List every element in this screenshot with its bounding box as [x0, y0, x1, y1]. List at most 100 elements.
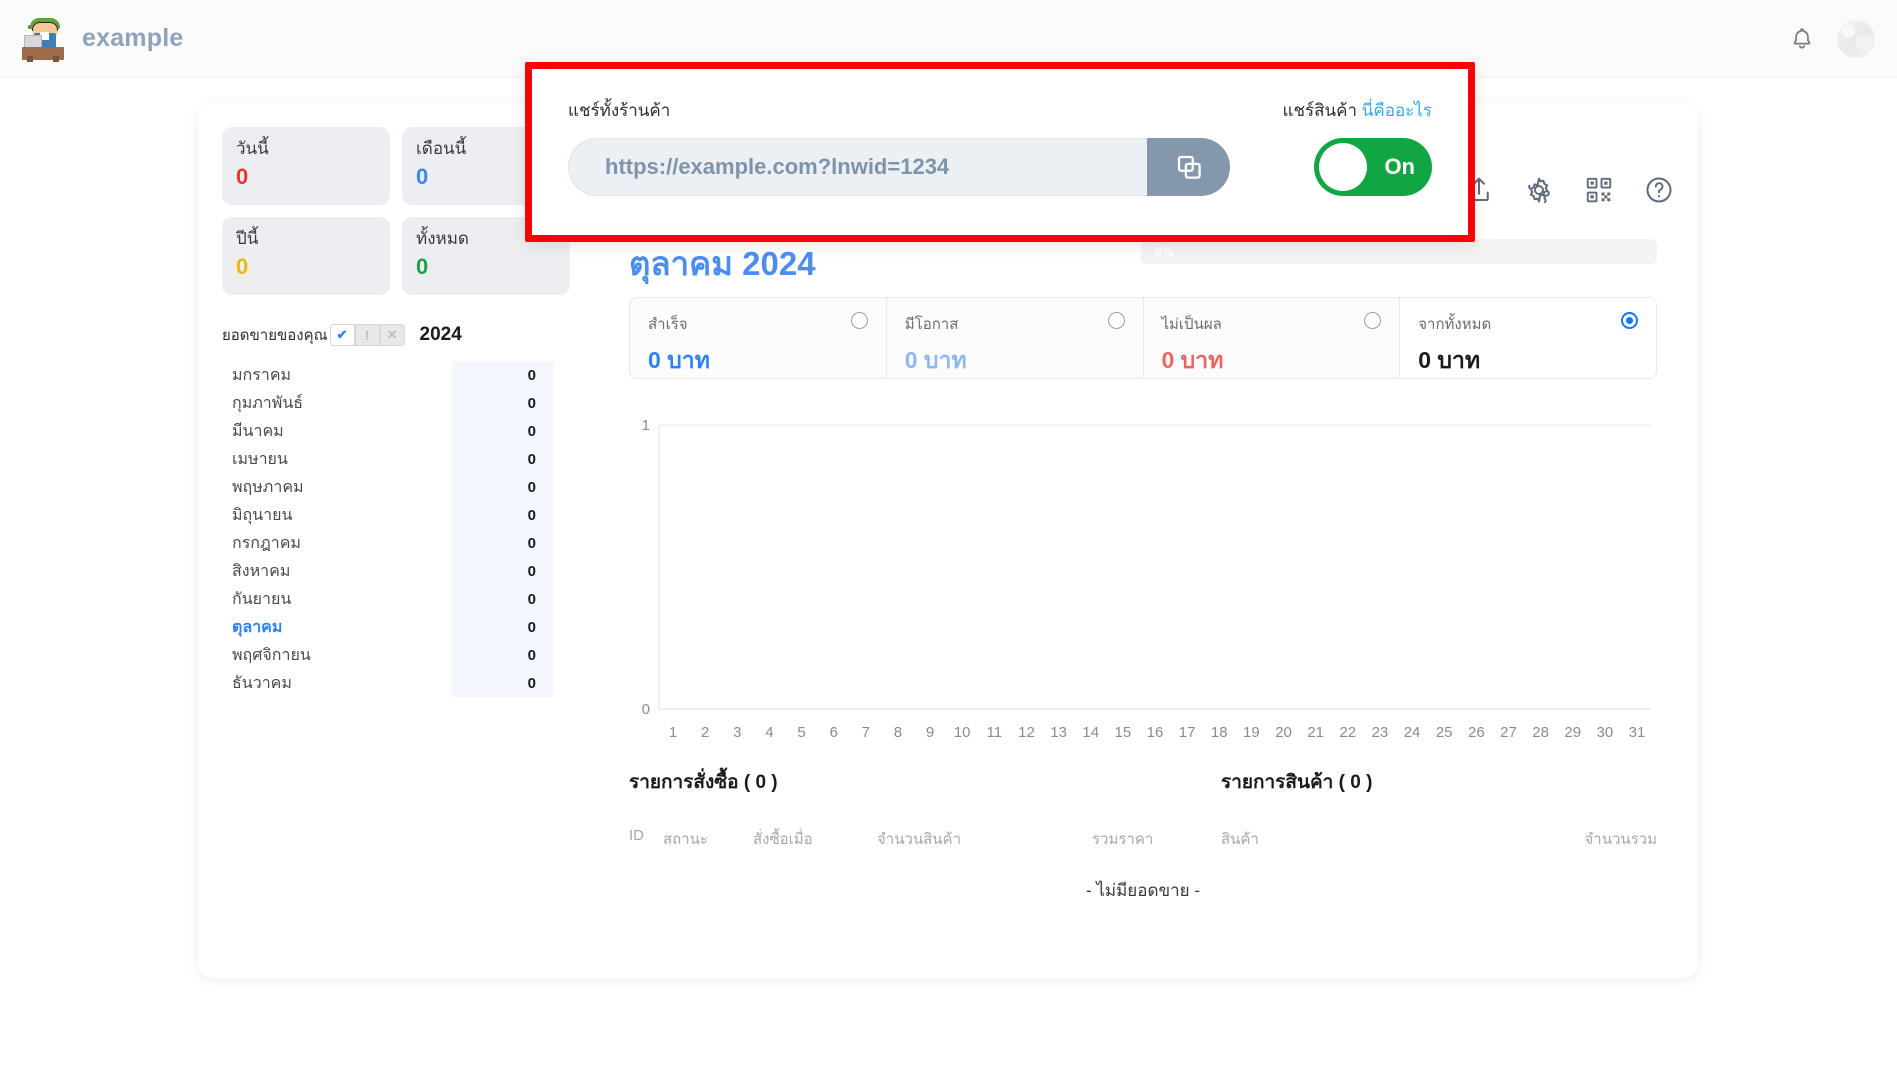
- month-name: มิถุนายน: [232, 506, 293, 524]
- pending-filter-button[interactable]: !: [354, 324, 380, 346]
- what-is-this-link[interactable]: นี่คืออะไร: [1362, 101, 1432, 120]
- empty-state-message: - ไม่มียอดขาย -: [1085, 881, 1201, 900]
- column-header-product: สินค้า: [1221, 831, 1259, 848]
- month-name: กันยายน: [232, 590, 292, 608]
- sales-chart: 1 0 1 2 3 4 5 6 7 8 9 10 11 12 13 14 15 16 17 18 19 20 21 22 23 2…: [629, 415, 1657, 755]
- status-card-failed[interactable]: ไม่เป็นผล 0 บาท: [1144, 298, 1401, 378]
- share-product-toggle[interactable]: On: [1314, 138, 1432, 196]
- list-item[interactable]: มีนาคม 0: [222, 417, 577, 445]
- svg-text:15: 15: [1115, 724, 1132, 741]
- month-name: ตุลาคม: [232, 618, 283, 636]
- share-product-label: แชร์สินค้า นี่คืออะไร: [1282, 97, 1432, 124]
- bell-icon[interactable]: [1789, 25, 1815, 53]
- month-value: 0: [452, 585, 554, 613]
- list-item[interactable]: มิถุนายน 0: [222, 501, 577, 529]
- svg-text:21: 21: [1307, 724, 1324, 741]
- svg-text:13: 13: [1050, 724, 1067, 741]
- column-header-total-quantity: จำนวนรวม: [1584, 831, 1657, 848]
- help-icon[interactable]: [1644, 175, 1674, 205]
- gear-icon[interactable]: [1524, 175, 1554, 205]
- svg-text:1: 1: [642, 417, 650, 434]
- qr-code-icon[interactable]: [1584, 175, 1614, 205]
- month-value: 0: [452, 389, 554, 417]
- success-filter-button[interactable]: ✔: [329, 324, 355, 346]
- share-panel: แชร์ทั้งร้านค้า แชร์สินค้า นี่คืออะไร On: [525, 62, 1475, 242]
- svg-text:29: 29: [1564, 724, 1581, 741]
- status-radio-selected[interactable]: [1621, 312, 1638, 329]
- list-item[interactable]: กันยายน 0: [222, 585, 577, 613]
- status-radio[interactable]: [1107, 312, 1125, 329]
- column-header-status: สถานะ: [663, 831, 708, 848]
- status-amount: 0 บาท: [904, 347, 967, 373]
- stat-card-this-year[interactable]: ปีนี้ 0: [222, 217, 390, 295]
- list-item[interactable]: กรกฎาคม 0: [222, 529, 577, 557]
- svg-text:12: 12: [1018, 724, 1035, 741]
- month-name: สิงหาคม: [232, 562, 291, 580]
- list-item[interactable]: พฤศจิกายน 0: [222, 641, 577, 669]
- month-value: 0: [452, 529, 554, 557]
- svg-text:6: 6: [829, 724, 837, 741]
- svg-text:16: 16: [1147, 724, 1164, 741]
- user-avatar[interactable]: [1837, 19, 1875, 58]
- sales-panel-title: ยอดขายของคุณ: [222, 327, 328, 344]
- month-value: 0: [452, 361, 554, 389]
- list-item-current-month[interactable]: ตุลาคม 0: [222, 613, 577, 641]
- list-item[interactable]: กุมภาพันธ์ 0: [222, 389, 577, 417]
- toggle-knob: [1319, 143, 1367, 191]
- svg-text:1: 1: [669, 724, 677, 741]
- column-header-ordered-at: สั่งซื้อเมื่อ: [753, 831, 813, 848]
- column-header-quantity: จำนวนสินค้า: [877, 831, 962, 848]
- status-amount: 0 บาท: [1161, 347, 1224, 373]
- status-card-success[interactable]: สำเร็จ 0 บาท: [630, 298, 887, 378]
- list-item[interactable]: พฤษภาคม 0: [222, 473, 577, 501]
- status-label: มีโอกาส: [904, 316, 959, 333]
- failed-filter-button[interactable]: ✕: [379, 324, 405, 346]
- month-value: 0: [452, 641, 554, 669]
- svg-text:20: 20: [1275, 724, 1292, 741]
- month-value: 0: [452, 473, 554, 501]
- month-value: 0: [452, 417, 554, 445]
- content-toolbar: [1464, 175, 1674, 205]
- sales-year-label: 2024: [419, 324, 462, 345]
- stat-label: วันนี้: [236, 139, 269, 158]
- svg-text:14: 14: [1082, 724, 1099, 741]
- list-item[interactable]: ธันวาคม 0: [222, 669, 577, 697]
- svg-text:31: 31: [1629, 724, 1646, 741]
- copy-icon: [1177, 155, 1201, 179]
- products-list-title: รายการสินค้า ( 0 ): [1221, 772, 1373, 793]
- svg-text:27: 27: [1500, 724, 1517, 741]
- progress-label: 0%: [1155, 244, 1174, 259]
- svg-text:28: 28: [1532, 724, 1549, 741]
- svg-text:22: 22: [1339, 724, 1356, 741]
- share-url-input[interactable]: [568, 138, 1147, 196]
- list-titles: รายการสั่งซื้อ ( 0 ) รายการสินค้า ( 0 ): [629, 767, 1657, 797]
- chart-canvas: 101 2 3 4 5 6 7 8 9 10 11 12 13 14 15 16 17 18 19 20 21 22 23 2…: [642, 417, 1651, 741]
- share-product-text: แชร์สินค้า: [1282, 101, 1358, 120]
- svg-text:11: 11: [987, 724, 1003, 741]
- brand-name[interactable]: example: [82, 24, 183, 53]
- stat-value: 0: [236, 164, 249, 190]
- stat-card-today[interactable]: วันนี้ 0: [222, 127, 390, 205]
- progress-bar: 0%: [1141, 239, 1657, 264]
- month-value: 0: [452, 669, 554, 697]
- month-name: กรกฎาคม: [232, 534, 301, 552]
- pixel-person-at-desk-icon[interactable]: [20, 16, 66, 62]
- svg-text:30: 30: [1597, 724, 1614, 741]
- svg-text:25: 25: [1436, 724, 1453, 741]
- month-value: 0: [452, 445, 554, 473]
- column-header-id: ID: [629, 827, 644, 844]
- month-name: มีนาคม: [232, 422, 284, 440]
- column-header-total-price: รวมราคา: [1092, 831, 1154, 848]
- list-item[interactable]: มกราคม 0: [222, 361, 577, 389]
- status-card-total[interactable]: จากทั้งหมด 0 บาท: [1400, 298, 1656, 378]
- copy-button[interactable]: [1147, 138, 1230, 196]
- status-label: ไม่เป็นผล: [1161, 316, 1222, 333]
- status-card-potential[interactable]: มีโอกาส 0 บาท: [887, 298, 1144, 378]
- list-item[interactable]: สิงหาคม 0: [222, 557, 577, 585]
- list-item[interactable]: เมษายน 0: [222, 445, 577, 473]
- status-radio[interactable]: [850, 312, 868, 329]
- month-name: ธันวาคม: [232, 674, 292, 692]
- svg-text:0: 0: [642, 701, 650, 718]
- svg-text:2: 2: [701, 724, 709, 741]
- svg-text:17: 17: [1179, 724, 1196, 741]
